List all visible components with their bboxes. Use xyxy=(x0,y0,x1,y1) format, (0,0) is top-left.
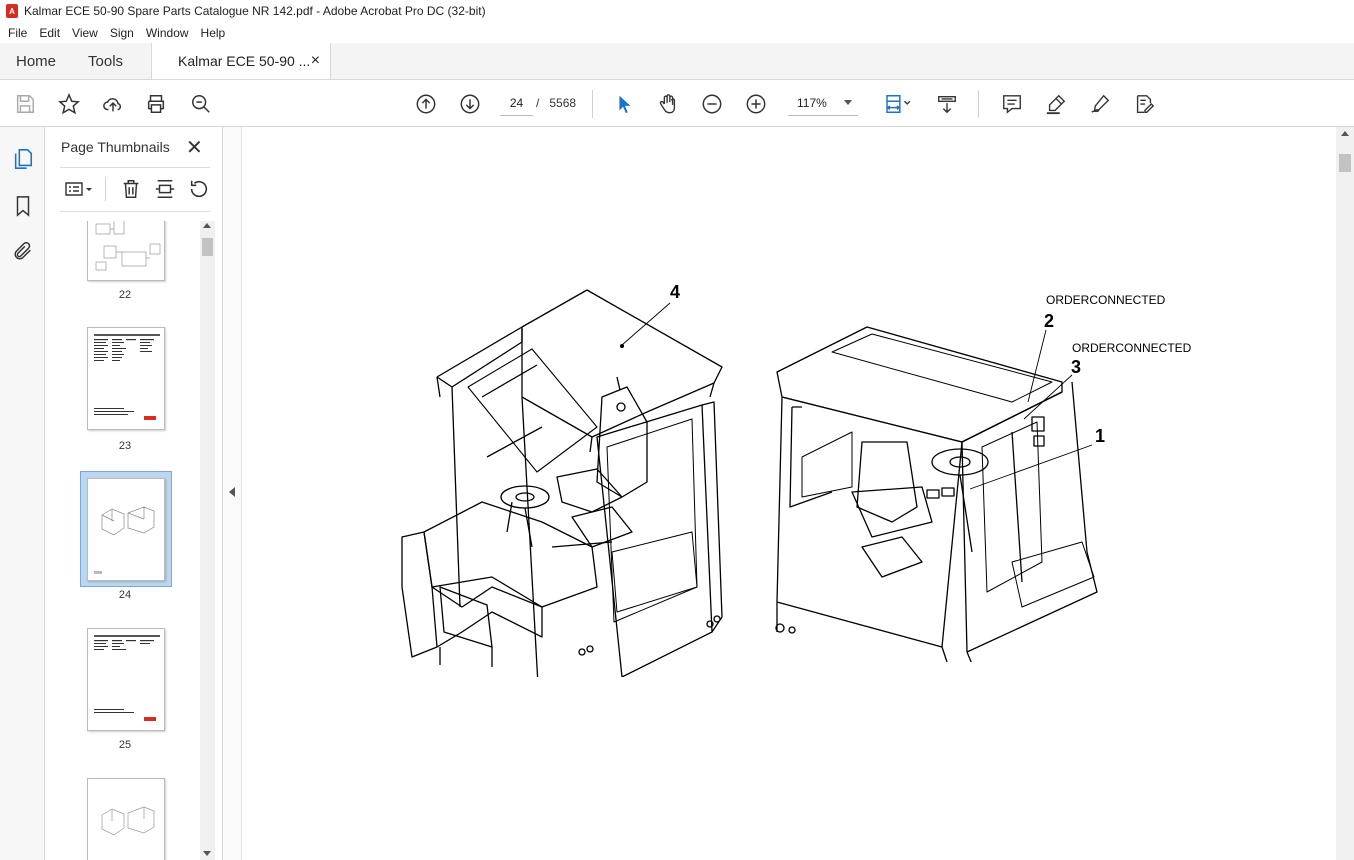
panel-divider xyxy=(60,167,210,168)
callout-orderconnected-2: ORDERCONNECTED xyxy=(1072,341,1192,355)
menu-sign[interactable]: Sign xyxy=(104,26,140,40)
thumbnail-label: 24 xyxy=(118,589,132,601)
draw-sign-icon[interactable] xyxy=(1087,91,1113,117)
scrollbar-thumb[interactable] xyxy=(1339,154,1351,172)
menu-edit[interactable]: Edit xyxy=(33,26,66,40)
page-thumbnails-icon[interactable] xyxy=(11,147,35,171)
scroll-down-arrow-icon[interactable] xyxy=(203,851,211,856)
title-bar: A Kalmar ECE 50-90 Spare Parts Catalogue… xyxy=(0,0,1354,22)
callout-3: 3 xyxy=(1071,357,1082,377)
next-page-icon[interactable] xyxy=(457,91,483,117)
thumbnail-options-icon[interactable] xyxy=(61,177,97,201)
page-number-input[interactable]: 24 xyxy=(500,91,533,116)
tab-home[interactable]: Home xyxy=(0,43,72,79)
zoom-in-icon[interactable] xyxy=(743,91,769,117)
scroll-mode-icon[interactable] xyxy=(934,91,960,117)
left-nav-rail xyxy=(0,127,45,860)
toolbar-divider xyxy=(978,90,979,118)
scrollbar-thumb[interactable] xyxy=(202,238,213,256)
callout-1: 1 xyxy=(1095,426,1106,446)
edit-pdf-icon[interactable] xyxy=(1131,91,1157,117)
rotate-page-icon[interactable] xyxy=(187,177,211,201)
previous-page-icon[interactable] xyxy=(413,91,439,117)
highlight-pen-icon[interactable] xyxy=(1043,91,1069,117)
scroll-up-arrow-icon[interactable] xyxy=(1341,131,1349,136)
panel-toolbar-divider xyxy=(105,177,106,201)
thumbnail-scrollbar[interactable] xyxy=(200,221,215,860)
menu-help[interactable]: Help xyxy=(195,26,232,40)
callout-4: 4 xyxy=(670,282,681,302)
upload-cloud-icon[interactable] xyxy=(100,91,126,117)
page-separator: / xyxy=(536,96,540,110)
delete-page-icon[interactable] xyxy=(119,177,143,201)
zoom-level-value: 117% xyxy=(797,96,827,110)
callout-leader-lines xyxy=(620,302,1093,490)
page-total: / 5568 xyxy=(536,96,576,110)
save-icon[interactable] xyxy=(12,91,38,117)
attachment-paperclip-icon[interactable] xyxy=(11,239,35,263)
panel-title: Page Thumbnails xyxy=(61,139,170,155)
panel-collapse-handle[interactable] xyxy=(223,127,242,860)
thumbnail-page-25[interactable] xyxy=(87,628,165,731)
thumbnail-page-22[interactable] xyxy=(87,221,165,281)
tab-bar: Home Tools Kalmar ECE 50-90 ... × xyxy=(0,43,1354,80)
thumbnail-page-23[interactable] xyxy=(87,327,165,430)
main-toolbar: 24 / 5568 117% xyxy=(0,80,1354,127)
bookmark-icon[interactable] xyxy=(11,194,35,218)
extract-pages-icon[interactable] xyxy=(153,177,177,201)
page-count: 5568 xyxy=(549,96,577,110)
toolbar-divider xyxy=(592,90,593,118)
page-thumbnails-panel: Page Thumbnails ✕ 22 23 24 25 xyxy=(45,127,223,860)
zoom-out-icon[interactable] xyxy=(699,91,725,117)
callout-2: 2 xyxy=(1044,311,1055,331)
acrobat-pdf-icon: A xyxy=(6,4,18,18)
menu-view[interactable]: View xyxy=(66,26,104,40)
thumbnail-page-24[interactable] xyxy=(87,478,165,581)
menu-file[interactable]: File xyxy=(2,26,33,40)
thumbnail-label: 25 xyxy=(118,739,132,751)
close-tab-icon[interactable]: × xyxy=(311,52,320,70)
tab-document[interactable]: Kalmar ECE 50-90 ... × xyxy=(151,43,332,79)
thumbnail-page-26[interactable] xyxy=(87,778,165,860)
menu-bar: File Edit View Sign Window Help xyxy=(0,22,1354,43)
callout-anchor-dot xyxy=(620,344,624,348)
menu-window[interactable]: Window xyxy=(140,26,195,40)
collapse-arrow-icon[interactable] xyxy=(229,487,235,497)
hand-tool-icon[interactable] xyxy=(655,91,681,117)
zoom-search-icon[interactable] xyxy=(188,91,214,117)
print-icon[interactable] xyxy=(143,91,169,117)
tab-tools[interactable]: Tools xyxy=(72,43,139,79)
thumbnail-list: 22 23 24 25 xyxy=(45,221,200,860)
select-cursor-icon[interactable] xyxy=(611,91,637,117)
document-tab-label: Kalmar ECE 50-90 ... xyxy=(178,53,311,69)
close-panel-icon[interactable]: ✕ xyxy=(186,135,203,160)
thumbnail-label: 23 xyxy=(118,440,132,452)
zoom-level-select[interactable]: 117% xyxy=(788,91,858,116)
panel-divider xyxy=(60,211,210,212)
document-view[interactable]: 4 ORDERCONNECTED 2 ORDERCONNECTED 3 1 xyxy=(242,127,1336,860)
bookmark-star-icon[interactable] xyxy=(56,91,82,117)
chevron-down-icon xyxy=(844,100,852,105)
comment-icon[interactable] xyxy=(999,91,1025,117)
document-scrollbar[interactable] xyxy=(1336,127,1354,860)
callout-orderconnected-1: ORDERCONNECTED xyxy=(1046,293,1166,307)
thumbnail-label: 22 xyxy=(118,289,132,301)
fit-page-icon[interactable] xyxy=(880,91,916,117)
scroll-up-arrow-icon[interactable] xyxy=(203,223,211,228)
window-title: Kalmar ECE 50-90 Spare Parts Catalogue N… xyxy=(24,4,486,18)
